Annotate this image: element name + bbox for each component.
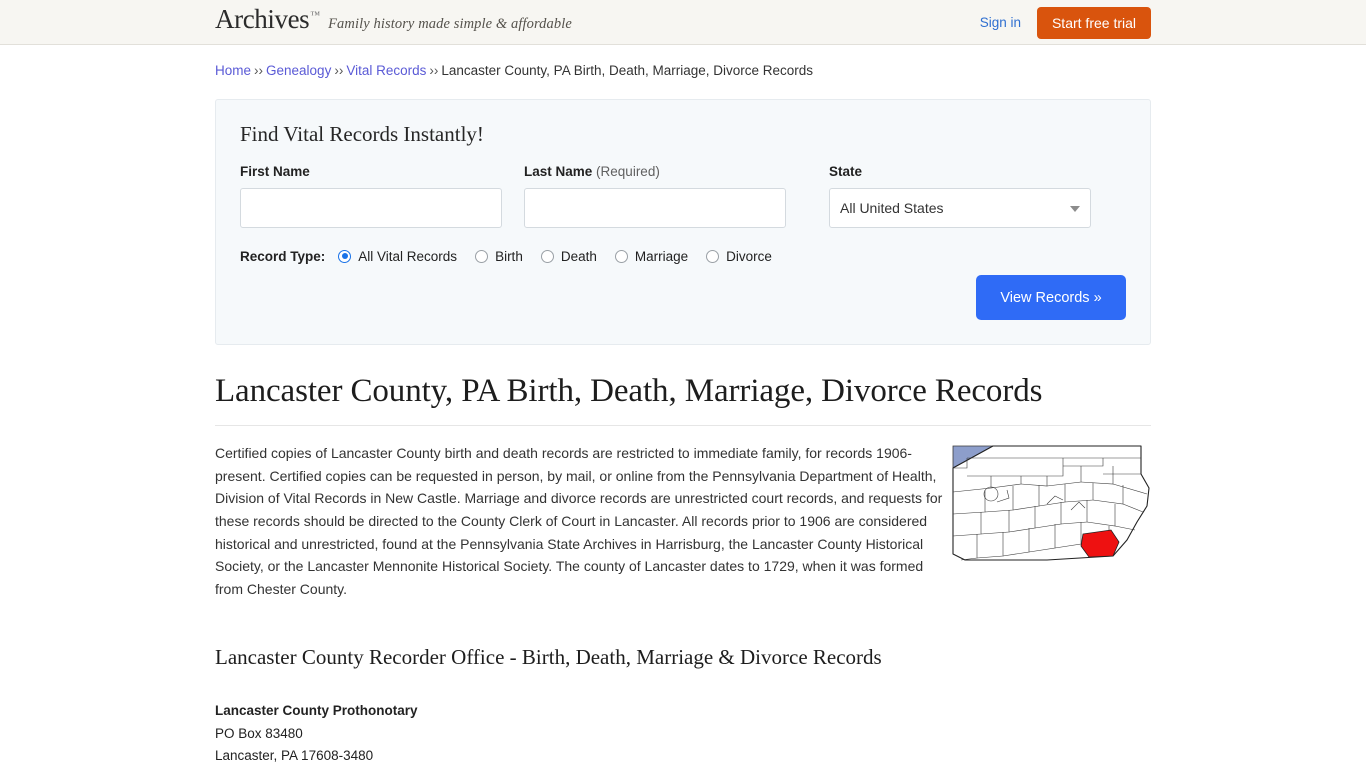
radio-icon [614,249,628,263]
submit-wrapper: View Records » [976,275,1126,321]
radio-birth[interactable]: Birth [475,249,523,264]
state-select[interactable]: All United States [829,187,1091,228]
brand-name: Archives [215,4,310,34]
intro-section: Certified copies of Lancaster County bir… [215,442,1151,600]
record-type-row: Record Type: All Vital Records Birth Dea… [240,249,1126,264]
radio-icon [338,249,352,263]
page-title: Lancaster County, PA Birth, Death, Marri… [215,373,1151,427]
state-select-wrapper: All United States [829,187,1091,228]
radio-label: All Vital Records [358,248,458,264]
section-heading-recorder-office: Lancaster County Recorder Office - Birth… [215,645,882,670]
last-name-label: Last Name (Required) [524,165,786,179]
state-label: State [829,165,1091,179]
breadcrumb-separator: ›› [254,63,264,78]
first-name-label-text: First Name [240,164,310,180]
state-select-value: All United States [840,199,944,216]
site-header: Archives ™ Family history made simple & … [0,0,1366,45]
state-field-group: State All United States [829,165,1091,228]
breadcrumb: Home ›› Genealogy ›› Vital Records ›› Lancaste… [215,45,1151,79]
radio-all-vital-records[interactable]: All Vital Records [338,249,457,264]
office-po-box: PO Box 83480 [215,725,303,741]
radio-label: Birth [495,248,523,264]
last-name-required-note: (Required) [596,164,660,180]
first-name-label: First Name [240,165,502,179]
pennsylvania-county-map-icon [951,444,1151,562]
header-actions: Sign in Start free trial [980,0,1151,45]
trademark-icon: ™ [310,10,321,21]
brand-tagline: Family history made simple & affordable [328,16,572,32]
state-label-text: State [829,164,863,180]
radio-death[interactable]: Death [540,248,597,264]
radio-label: Marriage [634,248,689,264]
last-name-field-group: Last Name (Required) [524,165,786,228]
breadcrumb-item-genealogy[interactable]: Genealogy [266,63,331,78]
breadcrumb-separator: ›› [334,63,344,78]
first-name-field-group: First Name [240,165,502,228]
breadcrumb-separator: ›› [429,63,439,78]
last-name-label-text: Last Name [524,164,593,180]
radio-label: Divorce [726,248,772,264]
radio-icon [706,249,720,263]
radio-marriage[interactable]: Marriage [614,248,689,264]
sign-in-link[interactable]: Sign in [980,15,1021,30]
intro-paragraph: Certified copies of Lancaster County bir… [215,445,943,597]
breadcrumb-item-home[interactable]: Home [215,63,251,78]
office-city-state-zip: Lancaster, PA 17608-3480 [215,748,374,764]
radio-label: Death [560,248,597,264]
start-free-trial-button[interactable]: Start free trial [1036,6,1151,39]
radio-icon [475,249,489,263]
first-name-input[interactable] [240,187,502,228]
office-name: Lancaster County Prothonotary [215,703,418,719]
last-name-input[interactable] [524,187,786,228]
site-logo[interactable]: Archives ™ Family history made simple & … [215,6,572,33]
office-address-block: Lancaster County Prothonotary PO Box 834… [215,700,1151,768]
vital-records-search-panel: Find Vital Records Instantly! First Name… [215,99,1151,346]
record-type-label: Record Type: [240,248,326,264]
breadcrumb-current-page: Lancaster County, PA Birth, Death, Marri… [441,63,814,78]
search-fields-row: First Name Last Name (Required) State Al… [240,165,1126,228]
radio-divorce[interactable]: Divorce [706,249,772,264]
breadcrumb-item-vital-records[interactable]: Vital Records [346,63,426,78]
radio-icon [540,249,554,263]
search-panel-title: Find Vital Records Instantly! [240,122,484,147]
view-records-button[interactable]: View Records » [976,275,1126,321]
